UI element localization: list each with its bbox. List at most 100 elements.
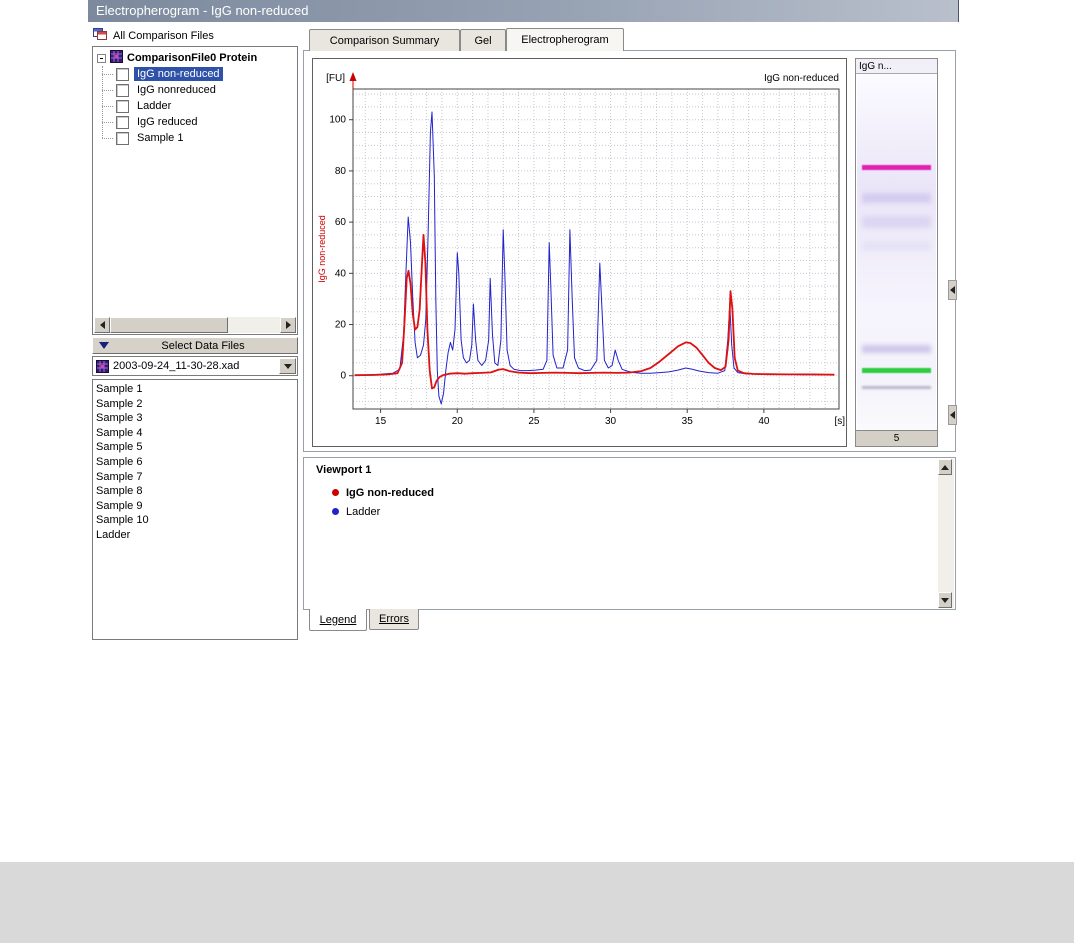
scrollbar-track[interactable]: [228, 317, 280, 333]
file-list-item[interactable]: Sample 4: [96, 426, 297, 441]
gel-band: [861, 344, 932, 353]
tree-item-label[interactable]: Sample 1: [134, 131, 186, 145]
legend-panel: Viewport 1 IgG non-reduced Ladder: [303, 457, 956, 610]
file-list-item[interactable]: Sample 9: [96, 499, 297, 514]
scrollbar-thumb[interactable]: [110, 317, 228, 333]
tab-comparison-summary[interactable]: Comparison Summary: [309, 29, 460, 51]
file-list-item[interactable]: Sample 5: [96, 440, 297, 455]
data-file-list[interactable]: Sample 1 Sample 2 Sample 3 Sample 4 Sample 5…: [92, 379, 298, 640]
tree-root-label[interactable]: ComparisonFile0 Protein: [127, 52, 257, 64]
legend-vertical-scrollbar[interactable]: [938, 459, 954, 608]
viewport-title: Viewport 1: [316, 464, 372, 476]
tree-item[interactable]: IgG nonreduced: [94, 82, 296, 98]
tab-label: Comparison Summary: [329, 34, 440, 47]
comparison-files-icon: [92, 27, 108, 45]
gel-band: [861, 164, 932, 170]
tree-item[interactable]: IgG non-reduced: [94, 66, 296, 82]
data-file-combo-value[interactable]: 2003-09-24_11-30-28.xad: [109, 360, 279, 372]
gel-lane-number: 5: [856, 430, 937, 446]
all-comparison-files-header: All Comparison Files: [92, 27, 298, 45]
svg-text:IgG non-reduced: IgG non-reduced: [317, 215, 327, 283]
legend-entry: Ladder: [332, 504, 434, 519]
tree-item[interactable]: Sample 1: [94, 130, 296, 146]
gel-band: [861, 193, 932, 204]
svg-text:[s]: [s]: [834, 416, 845, 427]
legend-entries: IgG non-reduced Ladder: [332, 485, 434, 519]
tab-legend[interactable]: Legend: [309, 609, 367, 631]
file-list-item[interactable]: Ladder: [96, 528, 297, 543]
gel-lane[interactable]: [857, 74, 936, 430]
arrow-left-icon: [950, 286, 955, 294]
arrow-right-icon: [285, 321, 291, 329]
svg-text:IgG non-reduced: IgG non-reduced: [764, 73, 839, 84]
tab-errors[interactable]: Errors: [369, 609, 419, 630]
legend-entry: IgG non-reduced: [332, 485, 434, 500]
tree-item-checkbox[interactable]: [116, 83, 129, 97]
file-list-item[interactable]: Sample 6: [96, 455, 297, 470]
svg-text:20: 20: [452, 416, 464, 427]
gel-band: [861, 385, 932, 389]
gel-band: [861, 216, 932, 229]
legend-entry-label: Ladder: [346, 505, 381, 518]
tree-item-checkbox[interactable]: [116, 131, 129, 145]
legend-entry-label: IgG non-reduced: [346, 486, 434, 499]
tree-item-label[interactable]: Ladder: [134, 99, 174, 113]
gel-lane-header[interactable]: IgG n...: [856, 59, 937, 74]
tree-item-label[interactable]: IgG non-reduced: [134, 67, 223, 81]
file-list-item[interactable]: Sample 2: [96, 397, 297, 412]
svg-text:[FU]: [FU]: [326, 73, 345, 84]
tree-collapse-icon[interactable]: [97, 53, 106, 63]
arrow-left-icon: [99, 321, 105, 329]
legend-bullet-icon: [332, 489, 339, 496]
svg-text:40: 40: [335, 268, 347, 279]
file-list-item[interactable]: Sample 3: [96, 411, 297, 426]
tree-item-checkbox[interactable]: [116, 99, 129, 113]
tree-item[interactable]: Ladder: [94, 98, 296, 114]
file-list-item[interactable]: Sample 7: [96, 470, 297, 485]
select-data-files-label: Select Data Files: [161, 339, 245, 352]
file-list-item[interactable]: Sample 8: [96, 484, 297, 499]
tree-item-checkbox[interactable]: [116, 67, 129, 81]
gel-lane-panel[interactable]: IgG n... 5: [855, 58, 938, 447]
svg-text:100: 100: [329, 115, 346, 126]
scrollbar-track[interactable]: [938, 475, 954, 592]
scroll-left-button[interactable]: [94, 317, 110, 333]
file-list-item[interactable]: Sample 10: [96, 513, 297, 528]
file-list-item[interactable]: Sample 1: [96, 382, 297, 397]
arrow-up-icon: [941, 464, 949, 470]
electropherogram-chart: 15 20 25 30 35 40 0 20 40 60 80 100 [FU] IgG non-redu…: [317, 72, 845, 427]
window-titlebar[interactable]: Electropherogram - IgG non-reduced: [88, 0, 959, 22]
taskbar-area: [0, 862, 1074, 943]
tab-label: Gel: [474, 34, 492, 47]
svg-text:30: 30: [605, 416, 617, 427]
tree-root-item[interactable]: ComparisonFile0 Protein: [94, 50, 296, 66]
tree-item[interactable]: IgG reduced: [94, 114, 296, 130]
svg-text:80: 80: [335, 166, 347, 177]
svg-text:35: 35: [682, 416, 694, 427]
gel-chip-icon: [96, 359, 109, 373]
tree-items: IgG non-reduced IgG nonreduced Ladder IgG r…: [94, 66, 296, 146]
tab-gel[interactable]: Gel: [460, 29, 506, 51]
tree-horizontal-scrollbar[interactable]: [94, 317, 296, 333]
tree-item-checkbox[interactable]: [116, 115, 129, 129]
scroll-down-button[interactable]: [938, 592, 952, 608]
data-file-combo[interactable]: 2003-09-24_11-30-28.xad: [92, 356, 298, 376]
svg-text:15: 15: [375, 416, 387, 427]
svg-text:20: 20: [335, 320, 347, 331]
scroll-up-button[interactable]: [938, 459, 952, 475]
tree-item-label[interactable]: IgG reduced: [134, 115, 201, 129]
comparison-files-tree[interactable]: ComparisonFile0 Protein IgG non-reduced I…: [92, 46, 298, 335]
arrow-left-icon: [950, 411, 955, 419]
tab-electropherogram[interactable]: Electropherogram: [506, 28, 624, 51]
gel-band: [861, 367, 932, 373]
window-title: Electropherogram - IgG non-reduced: [96, 3, 309, 18]
svg-text:0: 0: [340, 371, 346, 382]
select-data-files-bar[interactable]: Select Data Files: [92, 337, 298, 354]
splitter-collapse-button[interactable]: [948, 280, 957, 300]
splitter-collapse-button[interactable]: [948, 405, 957, 425]
tree-item-label[interactable]: IgG nonreduced: [134, 83, 219, 97]
collapse-triangle-icon[interactable]: [99, 342, 109, 349]
scroll-right-button[interactable]: [280, 317, 296, 333]
tab-label: Electropherogram: [521, 34, 609, 46]
combo-dropdown-button[interactable]: [279, 358, 296, 374]
